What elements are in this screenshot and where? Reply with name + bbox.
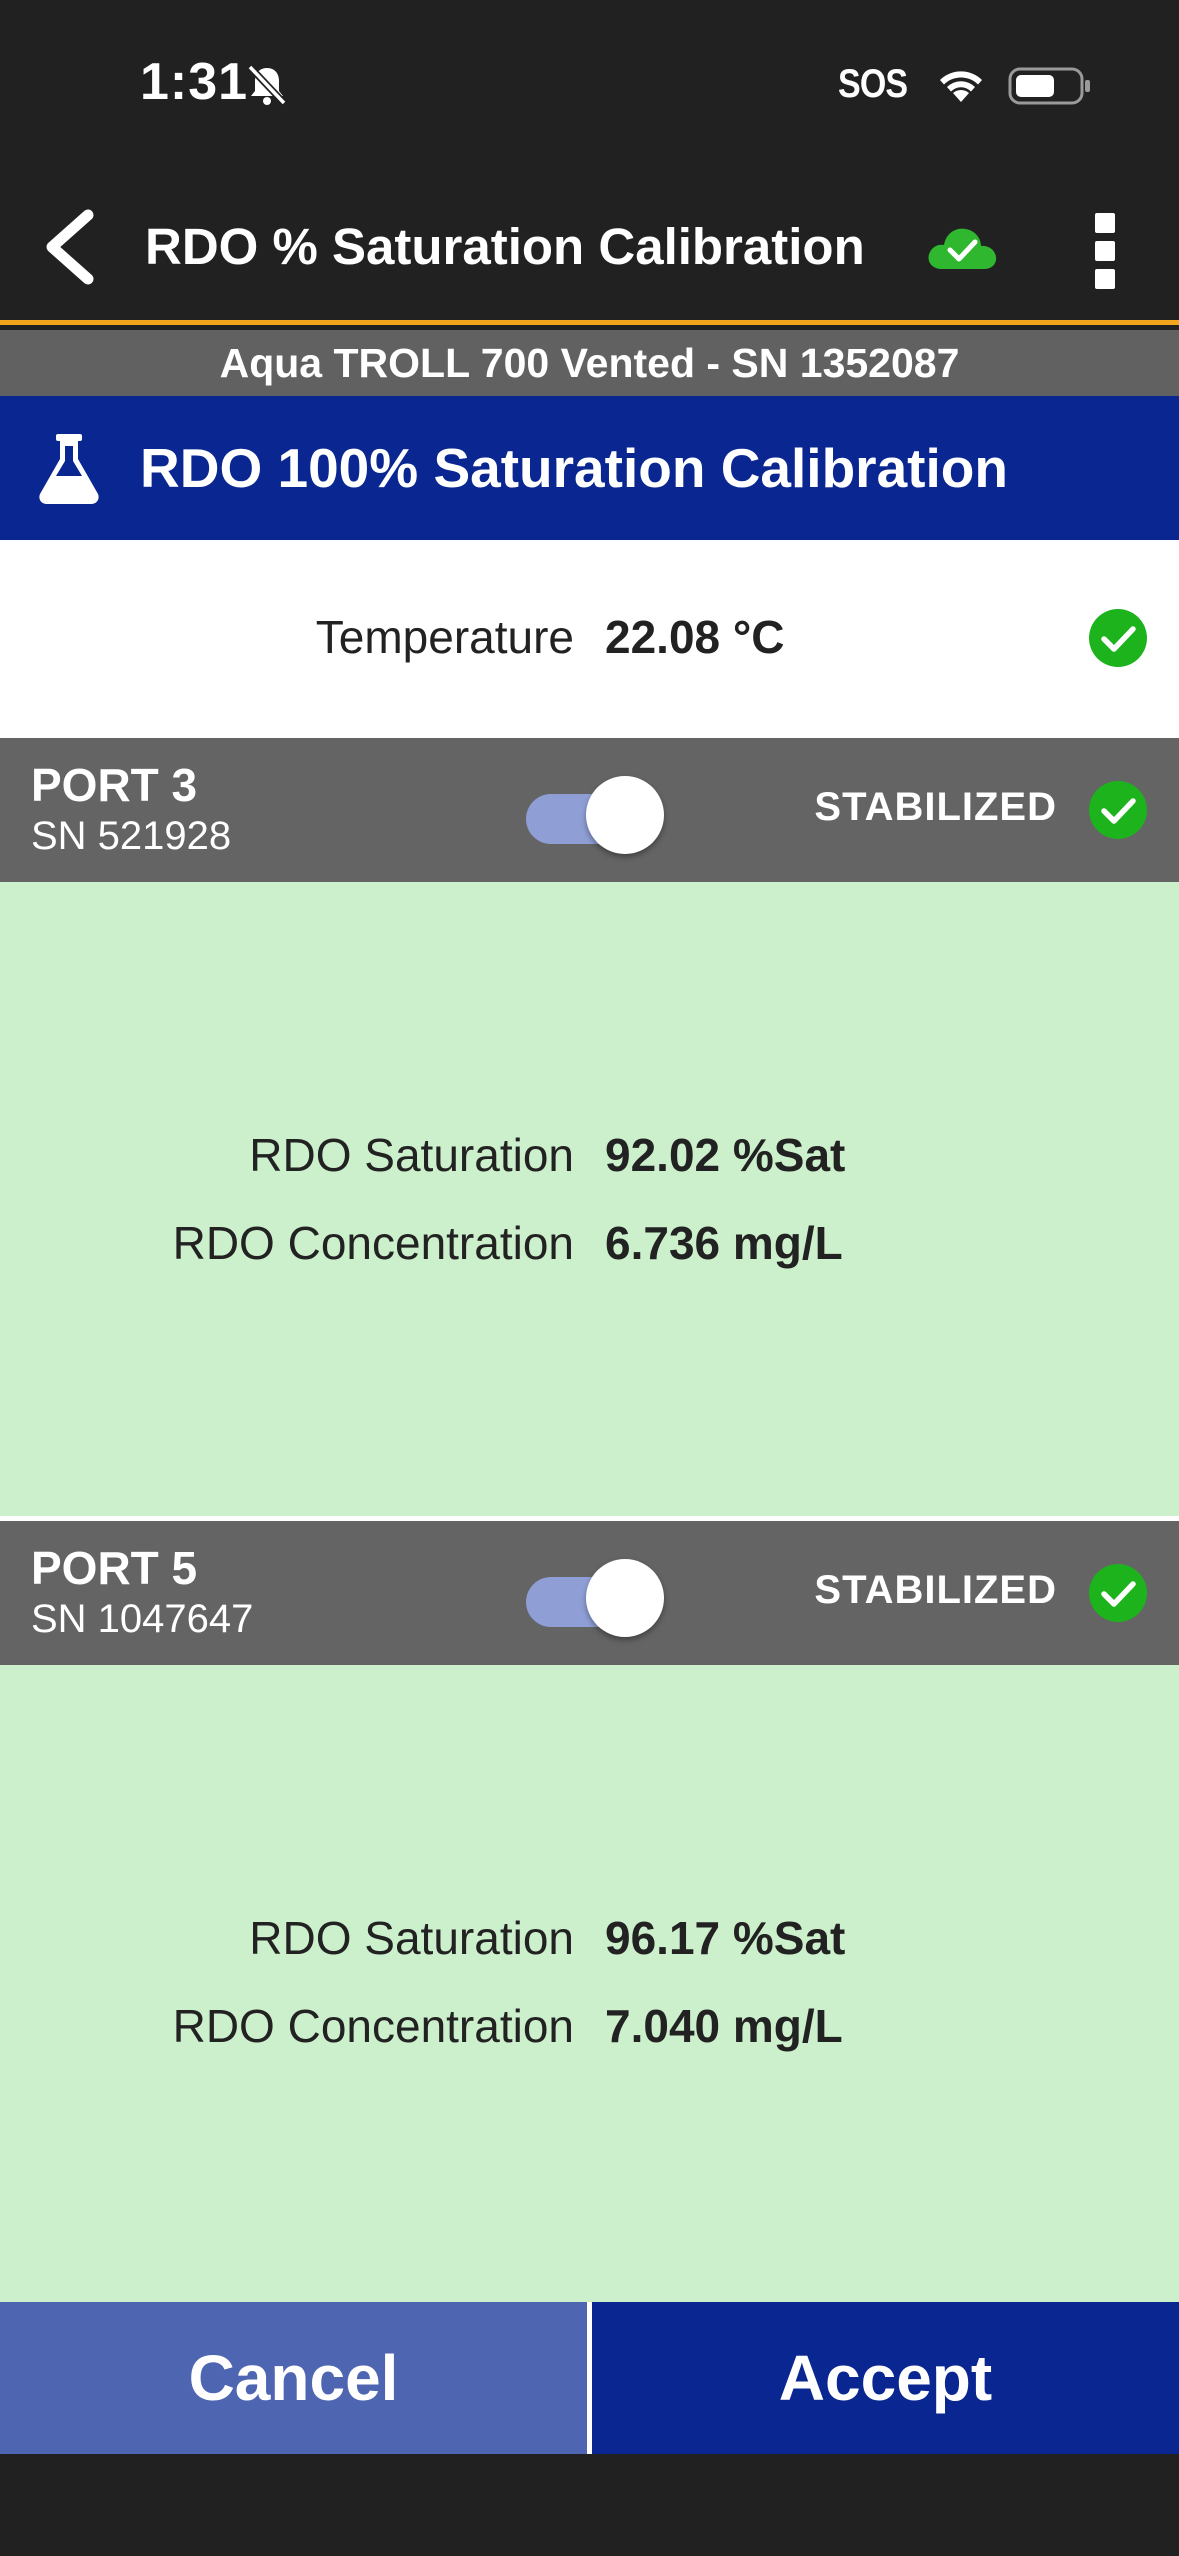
sos-indicator: SOS bbox=[838, 62, 908, 106]
back-chevron-icon[interactable] bbox=[36, 207, 106, 287]
temperature-value: 22.08 °C bbox=[605, 611, 785, 663]
port-serial: SN 1047647 bbox=[31, 1597, 254, 1641]
port-enable-toggle[interactable] bbox=[524, 776, 664, 854]
app-bar: RDO % Saturation Calibration bbox=[0, 175, 1179, 325]
reading-value: 6.736 mg/L bbox=[605, 1217, 843, 1269]
port-serial: SN 521928 bbox=[31, 814, 232, 858]
reading-value: 92.02 %Sat bbox=[605, 1129, 846, 1181]
reading-label: RDO Concentration bbox=[172, 2000, 574, 2052]
calibration-header: RDO 100% Saturation Calibration bbox=[0, 396, 1179, 540]
cloud-check-icon[interactable] bbox=[924, 219, 1000, 275]
bell-muted-icon bbox=[247, 64, 287, 106]
reading-label: RDO Saturation bbox=[249, 1129, 574, 1181]
check-circle-icon bbox=[1089, 781, 1147, 839]
wifi-icon bbox=[940, 71, 982, 102]
bottom-bar bbox=[0, 2454, 1179, 2556]
status-badge: STABILIZED bbox=[814, 785, 1057, 829]
temperature-row: Temperature 22.08 °C bbox=[0, 540, 1179, 738]
status-bar: 1:31 SOS bbox=[0, 0, 1179, 175]
more-options-button[interactable] bbox=[1090, 209, 1120, 289]
reading-label: RDO Concentration bbox=[172, 1217, 574, 1269]
port-header: PORT 3 SN 521928 STABILIZED bbox=[0, 738, 1179, 882]
port-readings: RDO Saturation 96.17 %Sat RDO Concentrat… bbox=[0, 1665, 1179, 2302]
device-label: Aqua TROLL 700 Vented - SN 1352087 bbox=[0, 330, 1179, 396]
cancel-button[interactable]: Cancel bbox=[0, 2302, 587, 2454]
calibration-title: RDO 100% Saturation Calibration bbox=[140, 437, 1008, 499]
port-name: PORT 3 bbox=[31, 759, 198, 811]
port-header: PORT 5 SN 1047647 STABILIZED bbox=[0, 1521, 1179, 1665]
flask-icon bbox=[39, 434, 99, 504]
reading-label: RDO Saturation bbox=[249, 1912, 574, 1964]
port-name: PORT 5 bbox=[31, 1542, 198, 1594]
port-enable-toggle[interactable] bbox=[524, 1559, 664, 1637]
screen: 1:31 SOS RDO % Saturation Calibration Aq… bbox=[0, 0, 1179, 2556]
port-readings: RDO Saturation 92.02 %Sat RDO Concentrat… bbox=[0, 882, 1179, 1516]
check-circle-icon bbox=[1089, 1564, 1147, 1622]
battery-icon bbox=[1008, 67, 1090, 105]
temperature-label: Temperature bbox=[315, 611, 574, 663]
more-vertical-icon bbox=[1095, 213, 1115, 233]
page-title: RDO % Saturation Calibration bbox=[145, 218, 865, 275]
status-time: 1:31 bbox=[140, 53, 249, 111]
reading-value: 7.040 mg/L bbox=[605, 2000, 843, 2052]
accept-button[interactable]: Accept bbox=[592, 2302, 1179, 2454]
status-badge: STABILIZED bbox=[814, 1568, 1057, 1612]
check-circle-icon bbox=[1089, 609, 1147, 667]
reading-value: 96.17 %Sat bbox=[605, 1912, 846, 1964]
